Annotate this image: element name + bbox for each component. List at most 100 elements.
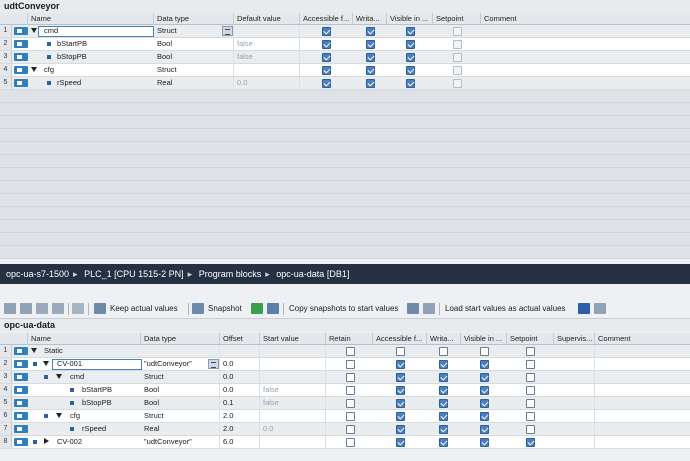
tag-name[interactable]: cfg <box>67 410 141 422</box>
tag-default-value[interactable]: false <box>234 51 300 63</box>
tag-name[interactable]: bStopPB <box>54 51 154 63</box>
tag-default-value[interactable] <box>234 64 300 76</box>
snapshot-button[interactable]: Snapshot <box>208 299 242 319</box>
tag-name[interactable]: CV-001 <box>54 358 141 370</box>
checkbox-ret[interactable] <box>346 399 355 408</box>
tag-datatype[interactable]: Struct <box>154 25 234 37</box>
checkbox-set[interactable] <box>526 373 535 382</box>
tag-comment[interactable] <box>595 436 690 448</box>
checkbox-ret[interactable] <box>346 438 355 447</box>
checkbox-acc[interactable] <box>322 79 331 88</box>
insert-row-icon[interactable] <box>4 303 16 314</box>
tag-comment[interactable] <box>595 423 690 435</box>
checkbox-set[interactable] <box>526 347 535 356</box>
udt-col-name[interactable]: Name <box>28 13 154 25</box>
checkbox-vis[interactable] <box>406 40 415 49</box>
checkbox-wri[interactable] <box>439 412 448 421</box>
breadcrumb-project[interactable]: opc-ua-s7-1500 <box>6 269 69 279</box>
udt-col-visible[interactable]: Visible in ... <box>387 13 433 25</box>
checkbox-ret[interactable] <box>346 386 355 395</box>
checkbox-acc[interactable] <box>322 53 331 62</box>
udt-col-default[interactable]: Default value <box>234 13 300 25</box>
db-col-start-value[interactable]: Start value <box>260 333 326 345</box>
tag-supervision[interactable] <box>554 384 595 396</box>
checkbox-set[interactable] <box>453 27 462 36</box>
tag-datatype[interactable]: "udtConveyor" <box>141 436 220 448</box>
copy-snapshots-all-icon[interactable] <box>423 303 435 314</box>
db-col-setpoint[interactable]: Setpoint <box>507 333 554 345</box>
tag-name[interactable]: rSpeed <box>79 423 141 435</box>
tag-name[interactable]: rSpeed <box>54 77 154 89</box>
checkbox-wri[interactable] <box>439 399 448 408</box>
checkbox-ret[interactable] <box>346 360 355 369</box>
tag-start-value[interactable]: 0.0 <box>260 423 326 435</box>
checkbox-acc[interactable] <box>396 347 405 356</box>
tag-name[interactable]: cfg <box>41 64 154 76</box>
tag-datatype[interactable]: Struct <box>141 371 220 383</box>
tag-datatype[interactable]: Bool <box>154 38 234 50</box>
checkbox-set[interactable] <box>526 360 535 369</box>
tag-supervision[interactable] <box>554 436 595 448</box>
checkbox-wri[interactable] <box>439 360 448 369</box>
breadcrumb-plc[interactable]: PLC_1 [CPU 1515-2 PN] <box>84 269 184 279</box>
checkbox-vis[interactable] <box>406 66 415 75</box>
db-col-writable[interactable]: Writa... <box>427 333 461 345</box>
tag-comment[interactable] <box>595 397 690 409</box>
breadcrumb-program-blocks[interactable]: Program blocks <box>199 269 262 279</box>
tag-supervision[interactable] <box>554 397 595 409</box>
snapshot-compare-icon[interactable] <box>267 303 279 314</box>
checkbox-vis[interactable] <box>480 425 489 434</box>
tag-start-value[interactable] <box>260 371 326 383</box>
tag-name[interactable]: bStartPB <box>54 38 154 50</box>
db-col-retain[interactable]: Retain <box>326 333 373 345</box>
checkbox-wri[interactable] <box>366 40 375 49</box>
tag-comment[interactable] <box>481 51 690 63</box>
checkbox-acc[interactable] <box>396 412 405 421</box>
tag-datatype[interactable]: Bool <box>141 384 220 396</box>
checkbox-vis[interactable] <box>480 347 489 356</box>
keep-actual-values-button[interactable]: Keep actual values <box>110 299 178 319</box>
tag-default-value[interactable]: 0.0 <box>234 77 300 89</box>
tag-comment[interactable] <box>595 371 690 383</box>
expand-toggle-icon[interactable] <box>31 67 37 72</box>
checkbox-set[interactable] <box>526 438 535 447</box>
udt-col-setpoint[interactable]: Setpoint <box>433 13 481 25</box>
tag-name[interactable]: CV-002 <box>54 436 141 448</box>
tag-datatype[interactable]: Struct <box>154 64 234 76</box>
checkbox-wri[interactable] <box>366 27 375 36</box>
tag-start-value[interactable] <box>260 345 326 357</box>
expand-toggle-icon[interactable] <box>31 348 37 353</box>
expand-toggle-icon[interactable] <box>56 413 62 418</box>
copy-snapshots-button[interactable]: Copy snapshots to start values <box>289 299 398 319</box>
load-start-values-button[interactable]: Load start values as actual values <box>445 299 566 319</box>
tag-start-value[interactable] <box>260 410 326 422</box>
tag-datatype[interactable]: "udtConveyor" <box>141 358 220 370</box>
tag-start-value[interactable] <box>260 358 326 370</box>
expand-all-icon[interactable] <box>36 303 48 314</box>
tag-name[interactable]: Static <box>41 345 141 357</box>
checkbox-ret[interactable] <box>346 425 355 434</box>
checkbox-wri[interactable] <box>439 386 448 395</box>
checkbox-wri[interactable] <box>366 79 375 88</box>
tag-supervision[interactable] <box>554 423 595 435</box>
db-col-accessible[interactable]: Accessible f... <box>373 333 427 345</box>
tag-name[interactable]: bStopPB <box>79 397 141 409</box>
checkbox-vis[interactable] <box>406 79 415 88</box>
checkbox-acc[interactable] <box>396 438 405 447</box>
tag-supervision[interactable] <box>554 371 595 383</box>
db-col-datatype[interactable]: Data type <box>141 333 220 345</box>
checkbox-wri[interactable] <box>439 425 448 434</box>
udt-col-accessible[interactable]: Accessible f... <box>300 13 353 25</box>
db-col-comment[interactable]: Comment <box>595 333 690 345</box>
tag-datatype[interactable] <box>141 345 220 357</box>
load-start-values-icon[interactable] <box>578 303 590 314</box>
checkbox-set[interactable] <box>453 40 462 49</box>
tag-supervision[interactable] <box>554 345 595 357</box>
add-row-icon[interactable] <box>20 303 32 314</box>
tag-supervision[interactable] <box>554 358 595 370</box>
tag-datatype[interactable]: Bool <box>141 397 220 409</box>
tag-start-value[interactable]: false <box>260 397 326 409</box>
checkbox-set[interactable] <box>453 53 462 62</box>
udt-col-datatype[interactable]: Data type <box>154 13 234 25</box>
udt-col-comment[interactable]: Comment <box>481 13 690 25</box>
